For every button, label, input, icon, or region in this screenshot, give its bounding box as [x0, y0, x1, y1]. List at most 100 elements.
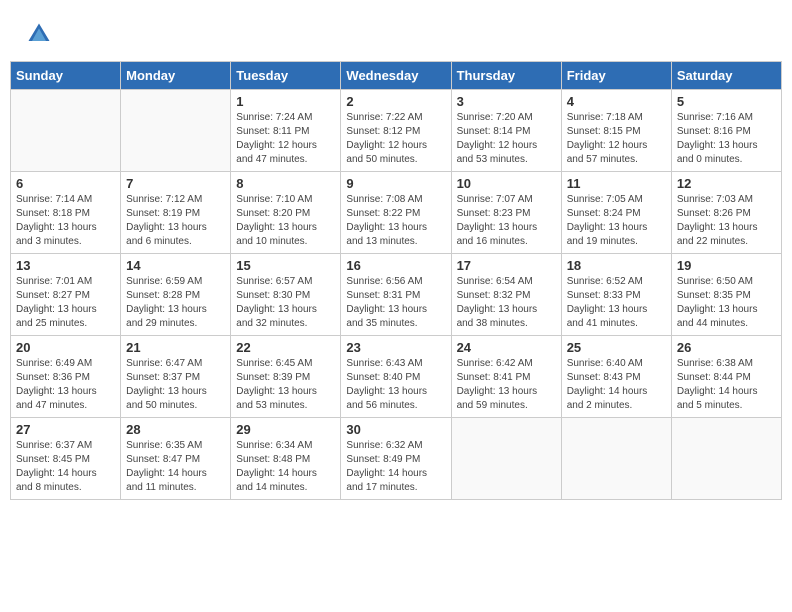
sunset-info: Sunset: 8:32 PM [457, 290, 531, 301]
calendar-cell: 27Sunrise: 6:37 AMSunset: 8:45 PMDayligh… [11, 418, 121, 500]
sunrise-info: Sunrise: 7:18 AM [567, 112, 643, 123]
sunrise-info: Sunrise: 6:54 AM [457, 276, 533, 287]
sunset-info: Sunset: 8:49 PM [346, 454, 420, 465]
sunset-info: Sunset: 8:14 PM [457, 126, 531, 137]
day-number: 3 [457, 94, 556, 109]
daylight-info: Daylight: 14 hours and 8 minutes. [16, 468, 97, 493]
daylight-info: Daylight: 13 hours and 22 minutes. [677, 222, 758, 247]
day-info: Sunrise: 6:59 AMSunset: 8:28 PMDaylight:… [126, 275, 225, 331]
sunrise-info: Sunrise: 6:50 AM [677, 276, 753, 287]
daylight-info: Daylight: 13 hours and 29 minutes. [126, 304, 207, 329]
weekday-header-row: SundayMondayTuesdayWednesdayThursdayFrid… [11, 62, 782, 90]
day-info: Sunrise: 6:37 AMSunset: 8:45 PMDaylight:… [16, 439, 115, 495]
sunrise-info: Sunrise: 7:20 AM [457, 112, 533, 123]
day-info: Sunrise: 7:03 AMSunset: 8:26 PMDaylight:… [677, 193, 776, 249]
logo-icon [25, 20, 53, 48]
calendar-cell: 14Sunrise: 6:59 AMSunset: 8:28 PMDayligh… [121, 254, 231, 336]
sunset-info: Sunset: 8:26 PM [677, 208, 751, 219]
day-number: 4 [567, 94, 666, 109]
daylight-info: Daylight: 13 hours and 56 minutes. [346, 386, 427, 411]
daylight-info: Daylight: 14 hours and 11 minutes. [126, 468, 207, 493]
daylight-info: Daylight: 13 hours and 41 minutes. [567, 304, 648, 329]
sunrise-info: Sunrise: 6:49 AM [16, 358, 92, 369]
calendar-cell [451, 418, 561, 500]
day-info: Sunrise: 7:10 AMSunset: 8:20 PMDaylight:… [236, 193, 335, 249]
sunset-info: Sunset: 8:23 PM [457, 208, 531, 219]
calendar-cell: 12Sunrise: 7:03 AMSunset: 8:26 PMDayligh… [671, 172, 781, 254]
sunrise-info: Sunrise: 6:34 AM [236, 440, 312, 451]
day-number: 2 [346, 94, 445, 109]
sunrise-info: Sunrise: 7:01 AM [16, 276, 92, 287]
daylight-info: Daylight: 13 hours and 47 minutes. [16, 386, 97, 411]
day-number: 15 [236, 258, 335, 273]
daylight-info: Daylight: 13 hours and 16 minutes. [457, 222, 538, 247]
calendar-week-row: 1Sunrise: 7:24 AMSunset: 8:11 PMDaylight… [11, 90, 782, 172]
sunset-info: Sunset: 8:36 PM [16, 372, 90, 383]
daylight-info: Daylight: 14 hours and 17 minutes. [346, 468, 427, 493]
day-number: 11 [567, 176, 666, 191]
day-info: Sunrise: 6:43 AMSunset: 8:40 PMDaylight:… [346, 357, 445, 413]
day-info: Sunrise: 6:45 AMSunset: 8:39 PMDaylight:… [236, 357, 335, 413]
day-info: Sunrise: 7:24 AMSunset: 8:11 PMDaylight:… [236, 111, 335, 167]
weekday-header: Wednesday [341, 62, 451, 90]
logo [25, 20, 57, 48]
calendar-week-row: 20Sunrise: 6:49 AMSunset: 8:36 PMDayligh… [11, 336, 782, 418]
day-info: Sunrise: 7:07 AMSunset: 8:23 PMDaylight:… [457, 193, 556, 249]
page-header [10, 10, 782, 53]
sunrise-info: Sunrise: 6:52 AM [567, 276, 643, 287]
daylight-info: Daylight: 12 hours and 50 minutes. [346, 140, 427, 165]
sunrise-info: Sunrise: 7:14 AM [16, 194, 92, 205]
sunrise-info: Sunrise: 6:35 AM [126, 440, 202, 451]
sunrise-info: Sunrise: 6:42 AM [457, 358, 533, 369]
day-info: Sunrise: 6:50 AMSunset: 8:35 PMDaylight:… [677, 275, 776, 331]
day-number: 21 [126, 340, 225, 355]
daylight-info: Daylight: 13 hours and 13 minutes. [346, 222, 427, 247]
calendar-cell: 11Sunrise: 7:05 AMSunset: 8:24 PMDayligh… [561, 172, 671, 254]
day-number: 9 [346, 176, 445, 191]
daylight-info: Daylight: 13 hours and 0 minutes. [677, 140, 758, 165]
sunset-info: Sunset: 8:44 PM [677, 372, 751, 383]
day-info: Sunrise: 6:57 AMSunset: 8:30 PMDaylight:… [236, 275, 335, 331]
sunset-info: Sunset: 8:30 PM [236, 290, 310, 301]
day-info: Sunrise: 7:14 AMSunset: 8:18 PMDaylight:… [16, 193, 115, 249]
sunset-info: Sunset: 8:19 PM [126, 208, 200, 219]
daylight-info: Daylight: 13 hours and 25 minutes. [16, 304, 97, 329]
sunset-info: Sunset: 8:18 PM [16, 208, 90, 219]
calendar-cell: 30Sunrise: 6:32 AMSunset: 8:49 PMDayligh… [341, 418, 451, 500]
sunset-info: Sunset: 8:15 PM [567, 126, 641, 137]
day-info: Sunrise: 6:42 AMSunset: 8:41 PMDaylight:… [457, 357, 556, 413]
day-number: 26 [677, 340, 776, 355]
calendar-cell: 4Sunrise: 7:18 AMSunset: 8:15 PMDaylight… [561, 90, 671, 172]
day-number: 18 [567, 258, 666, 273]
calendar-cell: 24 Sunrise: 6:42 AMSunset: 8:41 PMDayligh… [451, 336, 561, 418]
sunrise-info: Sunrise: 7:16 AM [677, 112, 753, 123]
daylight-info: Daylight: 13 hours and 35 minutes. [346, 304, 427, 329]
daylight-info: Daylight: 14 hours and 14 minutes. [236, 468, 317, 493]
day-info: Sunrise: 7:16 AMSunset: 8:16 PMDaylight:… [677, 111, 776, 167]
sunset-info: Sunset: 8:31 PM [346, 290, 420, 301]
day-number: 24 [457, 340, 556, 355]
calendar-cell: 10Sunrise: 7:07 AMSunset: 8:23 PMDayligh… [451, 172, 561, 254]
day-info: Sunrise: 7:22 AMSunset: 8:12 PMDaylight:… [346, 111, 445, 167]
sunset-info: Sunset: 8:39 PM [236, 372, 310, 383]
day-number: 16 [346, 258, 445, 273]
calendar-cell: 5 Sunrise: 7:16 AMSunset: 8:16 PMDaylight… [671, 90, 781, 172]
calendar-cell: 22Sunrise: 6:45 AMSunset: 8:39 PMDayligh… [231, 336, 341, 418]
day-info: Sunrise: 6:47 AMSunset: 8:37 PMDaylight:… [126, 357, 225, 413]
calendar-cell: 21 Sunrise: 6:47 AMSunset: 8:37 PMDayligh… [121, 336, 231, 418]
daylight-info: Daylight: 14 hours and 5 minutes. [677, 386, 758, 411]
calendar-cell: 13Sunrise: 7:01 AMSunset: 8:27 PMDayligh… [11, 254, 121, 336]
day-number: 25 [567, 340, 666, 355]
day-info: Sunrise: 6:32 AMSunset: 8:49 PMDaylight:… [346, 439, 445, 495]
day-number: 7 [126, 176, 225, 191]
sunset-info: Sunset: 8:40 PM [346, 372, 420, 383]
day-info: Sunrise: 6:54 AMSunset: 8:32 PMDaylight:… [457, 275, 556, 331]
calendar-cell: 9Sunrise: 7:08 AMSunset: 8:22 PMDaylight… [341, 172, 451, 254]
calendar-week-row: 13Sunrise: 7:01 AMSunset: 8:27 PMDayligh… [11, 254, 782, 336]
daylight-info: Daylight: 13 hours and 59 minutes. [457, 386, 538, 411]
calendar-cell: 8Sunrise: 7:10 AMSunset: 8:20 PMDaylight… [231, 172, 341, 254]
daylight-info: Daylight: 14 hours and 2 minutes. [567, 386, 648, 411]
day-number: 19 [677, 258, 776, 273]
day-number: 5 [677, 94, 776, 109]
sunrise-info: Sunrise: 7:22 AM [346, 112, 422, 123]
